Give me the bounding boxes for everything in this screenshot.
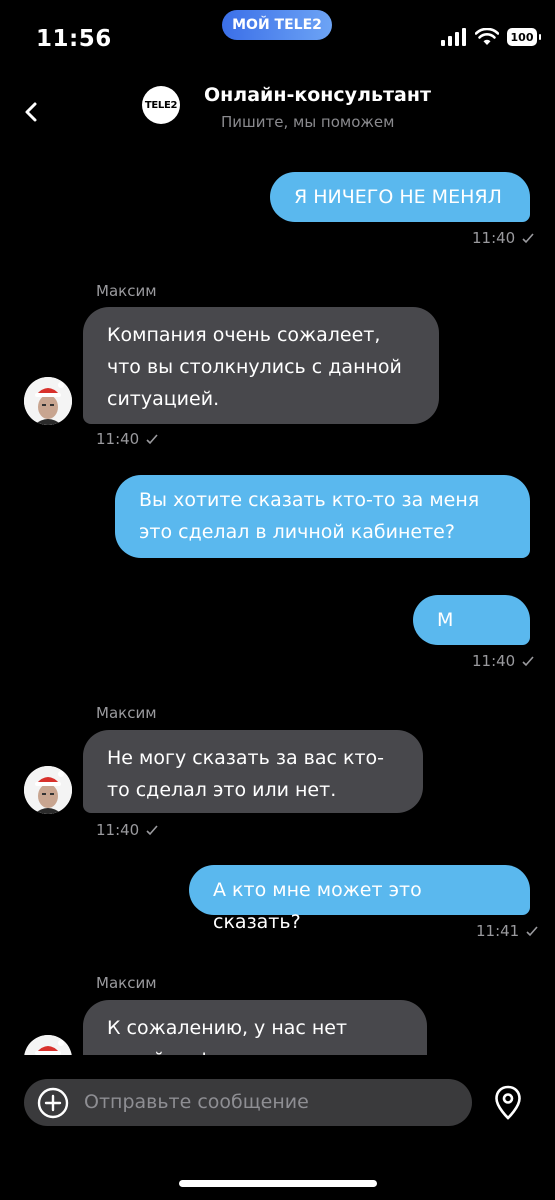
message-text: А кто мне может это сказать?	[213, 879, 422, 933]
sender-name: Максим	[96, 704, 157, 722]
outgoing-message[interactable]: А кто мне может это сказать?	[189, 865, 530, 933]
plus-circle-icon[interactable]	[37, 1087, 69, 1119]
chevron-left-icon[interactable]	[20, 94, 44, 130]
message-list[interactable]: Я НИЧЕГО НЕ МЕНЯЛ 11:40 Максим Компания …	[0, 145, 555, 1055]
status-time: 11:56	[36, 26, 112, 52]
outgoing-message[interactable]: Вы хотите сказать кто-то за меня это сде…	[115, 475, 530, 558]
check-icon	[146, 434, 158, 445]
message-meta: 11:41	[476, 922, 539, 940]
check-icon	[522, 656, 534, 667]
agent-avatar-icon	[24, 377, 72, 425]
message-text: Компания очень сожалеет, что вы столкнул…	[107, 324, 402, 410]
check-icon	[146, 825, 158, 836]
incoming-message[interactable]: К сожалению, у нас нет такой информации	[83, 1000, 427, 1055]
incoming-message[interactable]: Компания очень сожалеет, что вы столкнул…	[83, 307, 439, 424]
avatar[interactable]	[24, 377, 72, 425]
message-time: 11:40	[96, 430, 140, 448]
sender-name: Максим	[96, 282, 157, 300]
home-indicator[interactable]	[179, 1180, 377, 1187]
message-meta: 11:40	[96, 821, 159, 839]
chat-header: TELE2 Онлайн-консультант Пишите, мы помо…	[0, 80, 555, 144]
outgoing-message[interactable]: Я НИЧЕГО НЕ МЕНЯЛ	[270, 172, 530, 222]
agent-avatar-icon	[24, 766, 72, 814]
message-meta: 11:40	[96, 430, 159, 448]
message-placeholder: Отправьте сообщение	[84, 1091, 309, 1113]
status-icons: 100	[441, 28, 541, 46]
battery-level: 100	[510, 30, 534, 44]
message-text: К сожалению, у нас нет такой информации	[107, 1017, 348, 1055]
carrier-pill[interactable]: МОЙ TELE2	[222, 10, 332, 40]
outgoing-message[interactable]: М	[413, 595, 530, 645]
avatar[interactable]	[24, 766, 72, 814]
check-icon	[526, 926, 538, 937]
incoming-message[interactable]: Не могу сказать за вас кто-то сделал это…	[83, 730, 423, 813]
page-title: Онлайн-консультант	[204, 84, 431, 106]
sender-name: Максим	[96, 974, 157, 992]
message-text: Не могу сказать за вас кто-то сделал это…	[107, 747, 384, 801]
battery-icon: 100	[507, 28, 541, 46]
message-time: 11:40	[472, 652, 516, 670]
avatar[interactable]	[24, 1035, 72, 1055]
page-subtitle: Пишите, мы поможем	[221, 113, 395, 131]
message-time: 11:40	[96, 821, 140, 839]
wifi-icon	[475, 28, 499, 45]
message-time: 11:41	[476, 922, 520, 940]
message-meta: 11:40	[472, 229, 535, 247]
check-icon	[522, 233, 534, 244]
message-meta: 11:40	[472, 652, 535, 670]
signal-icon	[441, 28, 466, 46]
message-time: 11:40	[472, 229, 516, 247]
message-text: Вы хотите сказать кто-то за меня это сде…	[139, 489, 480, 543]
message-text: Я НИЧЕГО НЕ МЕНЯЛ	[294, 186, 502, 208]
status-bar: 11:56 МОЙ TELE2 100	[0, 0, 555, 80]
map-pin-icon[interactable]	[494, 1085, 522, 1121]
tele2-logo: TELE2	[142, 86, 180, 124]
agent-avatar-icon	[24, 1035, 72, 1055]
message-input[interactable]: Отправьте сообщение	[24, 1079, 472, 1126]
message-text: М	[437, 609, 454, 631]
